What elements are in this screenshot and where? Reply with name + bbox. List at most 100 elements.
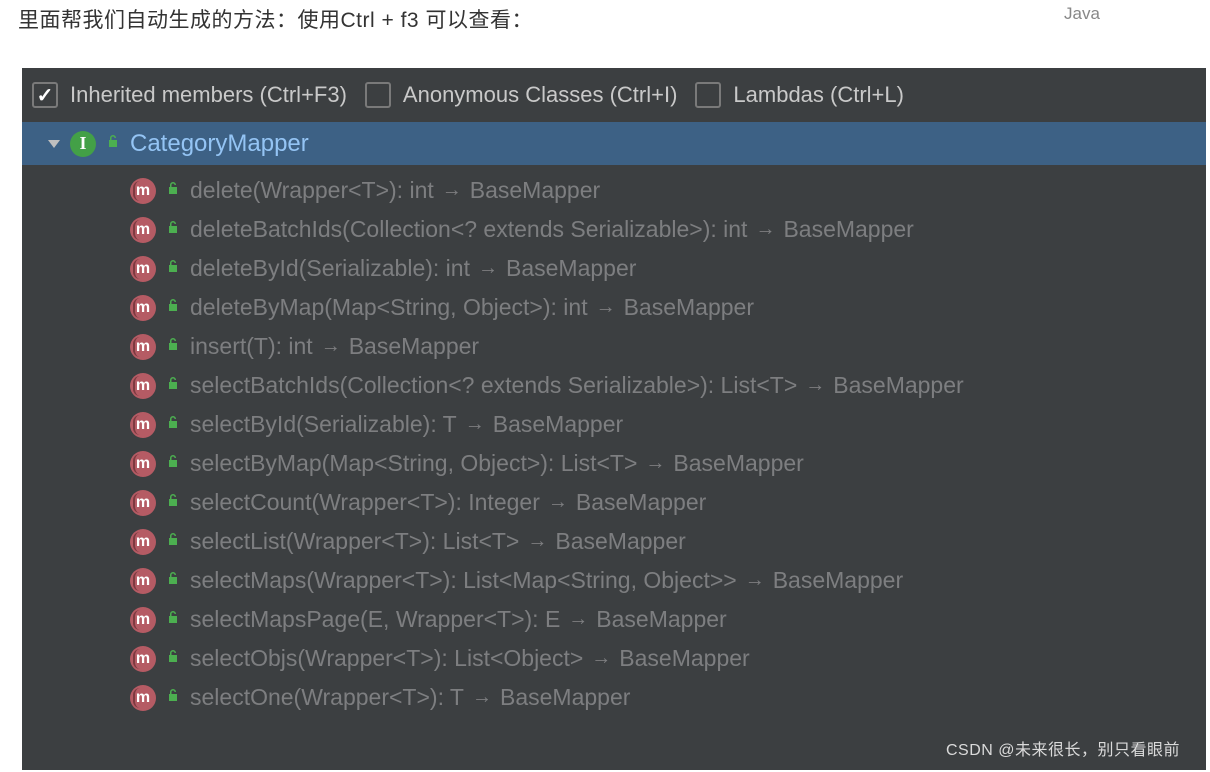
open-lock-icon — [166, 454, 180, 473]
method-from: BaseMapper — [506, 255, 636, 282]
arrow-right-icon: → — [591, 647, 611, 670]
method-icon: m — [130, 568, 156, 594]
method-from: BaseMapper — [833, 372, 963, 399]
method-signature: selectCount(Wrapper<T>): Integer — [190, 489, 540, 516]
method-item[interactable]: m deleteByMap(Map<String, Object>): int →… — [22, 288, 1206, 327]
arrow-right-icon: → — [478, 257, 498, 280]
open-lock-icon — [106, 134, 120, 153]
interface-icon: I — [70, 131, 96, 157]
method-from: BaseMapper — [773, 567, 903, 594]
method-item[interactable]: mdelete(Wrapper<T>): int →BaseMapper — [22, 171, 1206, 210]
class-name: CategoryMapper — [130, 130, 309, 158]
method-icon: m — [130, 256, 156, 282]
method-signature: selectOne(Wrapper<T>): T — [190, 684, 464, 711]
anon-label: Anonymous Classes (Ctrl+I) — [403, 82, 677, 108]
tree-root-selected[interactable]: I CategoryMapper — [22, 122, 1206, 165]
method-icon: m — [130, 685, 156, 711]
open-lock-icon — [166, 610, 180, 629]
method-from: BaseMapper — [500, 684, 630, 711]
method-icon: m — [130, 490, 156, 516]
method-icon: m — [130, 217, 156, 243]
method-signature: selectByMap(Map<String, Object>): List<T… — [190, 450, 637, 477]
checkbox-unchecked-icon — [365, 82, 391, 108]
open-lock-icon — [166, 337, 180, 356]
method-signature: deleteBatchIds(Collection<? extends Seri… — [190, 216, 747, 243]
method-signature: insert(T): int — [190, 333, 313, 360]
method-item[interactable]: m selectBatchIds(Collection<? extends Ser… — [22, 366, 1206, 405]
method-icon: m — [130, 334, 156, 360]
method-signature: selectObjs(Wrapper<T>): List<Object> — [190, 645, 583, 672]
method-signature: selectMaps(Wrapper<T>): List<Map<String,… — [190, 567, 737, 594]
checkbox-checked-icon: ✓ — [32, 82, 58, 108]
method-icon: m — [130, 607, 156, 633]
method-icon: m — [130, 412, 156, 438]
method-from: BaseMapper — [576, 489, 706, 516]
method-item[interactable]: m selectList(Wrapper<T>): List<T> → BaseMa… — [22, 522, 1206, 561]
method-item[interactable]: m selectMapsPage(E, Wrapper<T>): E → BaseM… — [22, 600, 1206, 639]
method-from: BaseMapper — [596, 606, 726, 633]
open-lock-icon — [166, 181, 180, 200]
method-signature: selectList(Wrapper<T>): List<T> — [190, 528, 519, 555]
method-signature: selectMapsPage(E, Wrapper<T>): E — [190, 606, 560, 633]
watermark: CSDN @未来很长，别只看眼前 — [946, 736, 1180, 760]
arrow-right-icon: → — [527, 530, 547, 553]
lambdas-label: Lambdas (Ctrl+L) — [733, 82, 904, 108]
method-item[interactable]: m selectMaps(Wrapper<T>): List<Map<String… — [22, 561, 1206, 600]
method-from: BaseMapper — [349, 333, 479, 360]
language-tag: Java — [962, 0, 1202, 28]
method-item[interactable]: m selectCount(Wrapper<T>): Integer → BaseM… — [22, 483, 1206, 522]
method-item[interactable]: m selectOne(Wrapper<T>): T → BaseMapper — [22, 678, 1206, 717]
method-signature: deleteByMap(Map<String, Object>): int — [190, 294, 588, 321]
arrow-right-icon: → — [548, 491, 568, 514]
method-icon: m — [130, 529, 156, 555]
method-item[interactable]: m selectByMap(Map<String, Object>): List<… — [22, 444, 1206, 483]
method-item[interactable]: m selectById(Serializable): T → BaseMapper — [22, 405, 1206, 444]
open-lock-icon — [166, 493, 180, 512]
expand-arrow-icon — [48, 140, 60, 148]
open-lock-icon — [166, 571, 180, 590]
method-from: BaseMapper — [555, 528, 685, 555]
method-item[interactable]: m deleteBatchIds(Collection<? extends Ser… — [22, 210, 1206, 249]
toolbar: ✓ Inherited members (Ctrl+F3) Anonymous … — [22, 68, 1206, 122]
open-lock-icon — [166, 649, 180, 668]
open-lock-icon — [166, 259, 180, 278]
inherited-members-toggle[interactable]: ✓ Inherited members (Ctrl+F3) — [32, 82, 347, 108]
arrow-right-icon: → — [472, 686, 492, 709]
method-from: BaseMapper — [624, 294, 754, 321]
inherited-label: Inherited members (Ctrl+F3) — [70, 82, 347, 108]
method-icon: m — [130, 451, 156, 477]
anonymous-classes-toggle[interactable]: Anonymous Classes (Ctrl+I) — [365, 82, 677, 108]
arrow-right-icon: → — [568, 608, 588, 631]
method-icon: m — [130, 373, 156, 399]
method-signature: delete(Wrapper<T>): int — [190, 177, 434, 204]
method-item[interactable]: m insert(T): int → BaseMapper — [22, 327, 1206, 366]
arrow-right-icon: → — [745, 569, 765, 592]
method-from: BaseMapper — [493, 411, 623, 438]
arrow-right-icon: → — [645, 452, 665, 475]
method-from: BaseMapper — [619, 645, 749, 672]
open-lock-icon — [166, 376, 180, 395]
method-item[interactable]: m selectObjs(Wrapper<T>): List<Object> → B… — [22, 639, 1206, 678]
lambdas-toggle[interactable]: Lambdas (Ctrl+L) — [695, 82, 904, 108]
arrow-right-icon: → — [596, 296, 616, 319]
open-lock-icon — [166, 415, 180, 434]
methods-list: m delete(Wrapper<T>): int → BaseMapper m del… — [22, 165, 1206, 717]
open-lock-icon — [166, 298, 180, 317]
method-icon: m — [130, 646, 156, 672]
method-from: BaseMapper — [783, 216, 913, 243]
method-item[interactable]: m deleteById(Serializable): int → BaseMapp… — [22, 249, 1206, 288]
method-signature: deleteById(Serializable): int — [190, 255, 470, 282]
method-from: BaseMapper — [470, 177, 600, 204]
arrow-right-icon: → — [465, 413, 485, 436]
method-signature: selectBatchIds(Collection<? extends Seri… — [190, 372, 797, 399]
structure-popup: ✓ Inherited members (Ctrl+F3) Anonymous … — [22, 68, 1206, 770]
method-signature: selectById(Serializable): T — [190, 411, 457, 438]
method-from: BaseMapper — [673, 450, 803, 477]
method-icon: m — [130, 178, 156, 204]
open-lock-icon — [166, 688, 180, 707]
open-lock-icon — [166, 532, 180, 551]
arrow-right-icon: → — [321, 335, 341, 358]
checkbox-unchecked-icon — [695, 82, 721, 108]
method-icon: m — [130, 295, 156, 321]
arrow-right-icon: → — [755, 218, 775, 241]
